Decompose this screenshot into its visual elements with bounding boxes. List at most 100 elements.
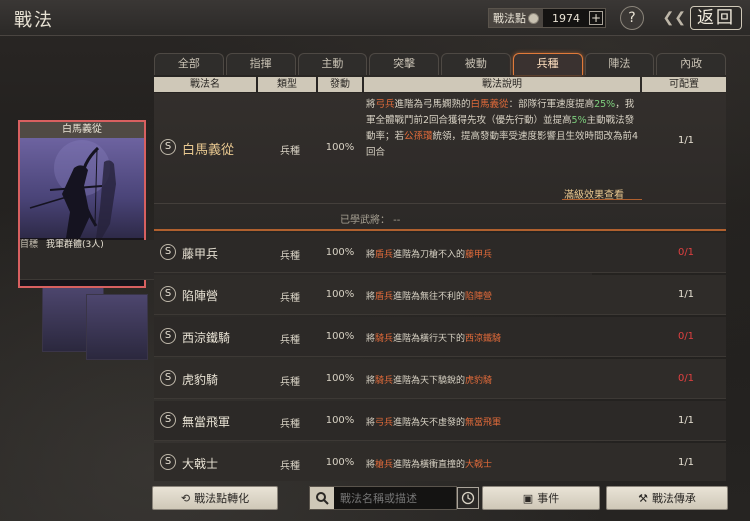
tactic-type: 兵種 xyxy=(280,146,300,157)
tactic-name: 大戟士 xyxy=(182,457,219,471)
column-header-name: 戰法名 xyxy=(154,77,256,92)
tactic-points-label-box: 戰法點 xyxy=(489,9,543,27)
tactic-description: 將弓兵進階為矢不虛發的無當飛軍 xyxy=(366,415,642,428)
link-underline xyxy=(562,199,642,200)
category-tabs: 全部 指揮 主動 突擊 被動 兵種 陣法 內政 xyxy=(154,53,726,75)
tab-4[interactable]: 被動 xyxy=(441,53,511,75)
description-segment: 騎兵 xyxy=(375,376,394,386)
tab-5[interactable]: 兵種 xyxy=(512,53,583,75)
table-row[interactable]: S 陷陣營 兵種 100% 將盾兵進階為無往不利的陷陣營 1/1 xyxy=(154,275,726,315)
description-segment: 公孫瓚 xyxy=(404,131,433,142)
tactic-type: 兵種 xyxy=(280,335,300,346)
grade-badge: S xyxy=(160,244,176,260)
tab-3[interactable]: 突擊 xyxy=(369,53,439,75)
description-segment: 白馬義從 xyxy=(470,99,509,110)
help-button[interactable]: ? xyxy=(620,6,644,30)
events-label: 事件 xyxy=(537,492,560,505)
card-info: 適用⛌類型兵種效果增益目標我軍群體(3人) xyxy=(20,238,592,286)
table-row[interactable]: S 藤甲兵 兵種 100% 將盾兵進階為刀槍不入的藤甲兵 0/1 xyxy=(154,233,726,273)
card-info-value: 我軍群體(3人) xyxy=(46,240,104,250)
description-segment: 陷陣營 xyxy=(465,292,493,302)
description-segment: 將 xyxy=(366,418,376,428)
tactic-points-value: 1974 xyxy=(552,11,580,25)
tactic-configurable: 1/1 xyxy=(677,135,695,146)
grade-badge: S xyxy=(160,412,176,428)
description-segment: 盾兵 xyxy=(375,250,394,260)
add-points-button[interactable]: + xyxy=(589,11,603,25)
convert-icon: ⟲ xyxy=(180,491,191,505)
tab-6[interactable]: 陣法 xyxy=(584,53,655,75)
top-bar: 戰法 戰法點 1974 + ? ❮❮ 返回 xyxy=(0,0,750,36)
description-segment: 無當飛軍 xyxy=(465,418,502,428)
column-header-type: 類型 xyxy=(258,77,316,92)
table-row[interactable]: S 大戟士 兵種 100% 將槍兵進階為橫衝直撞的大戟士 1/1 xyxy=(154,443,726,481)
column-header-rate: 發動 xyxy=(318,77,362,92)
tactic-type: 兵種 xyxy=(280,377,300,388)
tactic-rate: 100% xyxy=(325,289,355,300)
tactic-points-display: 戰法點 1974 + xyxy=(488,8,606,28)
tab-0[interactable]: 全部 xyxy=(154,53,224,75)
description-segment: 進階為天下驍銳的 xyxy=(393,376,466,386)
tactic-type: 兵種 xyxy=(280,293,300,304)
convert-label: 戰法點轉化 xyxy=(194,492,250,505)
description-segment: 進階為無往不利的 xyxy=(393,292,466,302)
coin-icon xyxy=(528,12,539,24)
convert-points-button[interactable]: ⟲ 戰法點轉化 xyxy=(152,486,278,510)
events-button[interactable]: ▣ 事件 xyxy=(482,486,600,510)
tactic-name: 虎豹騎 xyxy=(182,373,219,387)
tactic-description: 將騎兵進階為橫行天下的西涼鐵騎 xyxy=(366,331,642,344)
tactic-type: 兵種 xyxy=(280,251,300,262)
description-segment: 騎兵 xyxy=(375,334,394,344)
grade-badge: S xyxy=(160,370,176,386)
grade-badge: S xyxy=(160,454,176,470)
tactic-card: 白馬義從 適用⛌類型兵種效果增益目標我軍群體(3人) xyxy=(18,120,592,288)
hammer-icon: ⚒ xyxy=(638,491,648,505)
clock-icon[interactable] xyxy=(457,487,479,509)
description-segment: 將 xyxy=(366,460,376,470)
search-input[interactable] xyxy=(334,491,454,505)
tactic-description: 將盾兵進階為刀槍不入的藤甲兵 xyxy=(366,247,642,260)
description-segment: 盾兵 xyxy=(375,292,394,302)
table-row[interactable]: S 西涼鐵騎 兵種 100% 將騎兵進階為橫行天下的西涼鐵騎 0/1 xyxy=(154,317,726,357)
card-info-key: 目標 xyxy=(20,240,39,250)
column-header-configurable: 可配置 xyxy=(642,77,726,92)
grade-badge: S xyxy=(160,328,176,344)
search-icon[interactable] xyxy=(310,487,334,509)
tactic-rate: 100% xyxy=(325,331,355,342)
tab-1[interactable]: 指揮 xyxy=(225,53,296,75)
tactic-type: 兵種 xyxy=(280,419,300,430)
tab-2[interactable]: 主動 xyxy=(297,53,368,75)
tactic-name: 無當飛軍 xyxy=(182,415,231,429)
inherit-label: 戰法傳承 xyxy=(651,492,696,505)
tactic-name: 白馬義從 xyxy=(182,143,235,158)
tactic-type: 兵種 xyxy=(280,461,300,472)
description-segment: 將 xyxy=(366,250,376,260)
table-row[interactable]: S 無當飛軍 兵種 100% 將弓兵進階為矢不虛發的無當飛軍 1/1 xyxy=(154,401,726,441)
description-segment: 進階為橫衝直撞的 xyxy=(393,460,466,470)
tab-7[interactable]: 內政 xyxy=(656,53,726,75)
archer-artwork xyxy=(29,140,116,238)
inherit-button[interactable]: ⚒ 戰法傳承 xyxy=(606,486,728,510)
table-row[interactable]: S 虎豹騎 兵種 100% 將騎兵進階為天下驍銳的虎豹騎 0/1 xyxy=(154,359,726,399)
description-segment: 將 xyxy=(366,99,376,110)
tactic-rate: 100% xyxy=(325,415,355,426)
table-row-expanded[interactable]: S 白馬義從 兵種 100% 將弓兵進階為弓馬嫻熟的白馬義從：部隊行軍速度提高2… xyxy=(154,93,726,231)
tactic-configurable: 0/1 xyxy=(677,331,695,342)
tactic-name: 藤甲兵 xyxy=(182,247,219,261)
tactic-description: 將騎兵進階為天下驍銳的虎豹騎 xyxy=(366,373,642,386)
back-button[interactable]: ❮❮ 返回 xyxy=(656,5,742,31)
tactic-description: 將弓兵進階為弓馬嫻熟的白馬義從：部隊行軍速度提高25%，我軍全體戰鬥前2回合獲得… xyxy=(366,97,642,161)
description-segment: 將 xyxy=(366,334,376,344)
bottom-bar: ⟲ 戰法點轉化 ▣ 事件 ⚒ 戰法傳承 xyxy=(152,486,728,512)
back-button-label: 返回 xyxy=(690,6,742,30)
tactic-rate: 100% xyxy=(325,373,355,384)
card-artwork xyxy=(20,138,144,238)
tactic-rate: 100% xyxy=(325,247,355,258)
description-segment: 進階為矢不虛發的 xyxy=(393,418,466,428)
description-segment: 進階為弓馬嫻熟的 xyxy=(394,99,471,110)
tactic-configurable: 1/1 xyxy=(677,415,695,426)
description-segment: 25% xyxy=(594,99,616,110)
column-headers: 戰法名 類型 發動 戰法說明 可配置 xyxy=(154,77,726,92)
grade-badge: S xyxy=(160,286,176,302)
tactic-configurable: 1/1 xyxy=(677,457,695,468)
